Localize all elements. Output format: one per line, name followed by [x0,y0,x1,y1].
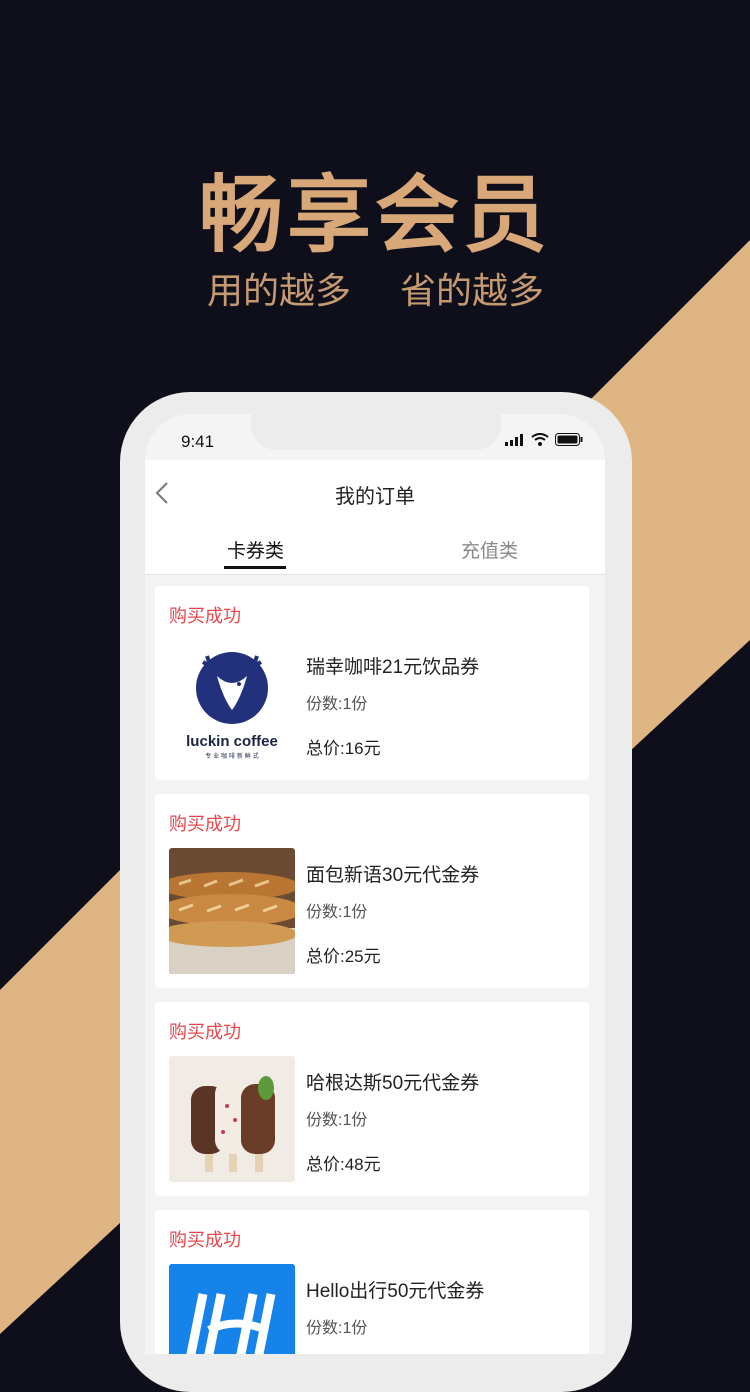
hero-subtitle-right: 省的越多 [400,271,545,312]
nav-bar: 我的订单 [145,460,605,526]
order-card[interactable]: 购买成功 Hello出行50元代金券 份数:1份 [155,1210,589,1354]
page-title: 我的订单 [335,486,415,508]
order-quantity: 份数:1份 [306,1112,368,1129]
order-total: 总价:48元 [306,1155,381,1174]
order-card[interactable]: 购买成功 面包新语30元代金券 份数:1份 总价:25元 [155,794,589,988]
phone-screen: 9:41 我的订单 卡券类 充值类 购买成功 luckin coffee 专 业… [145,414,605,1354]
order-name: Hello出行50元代金券 [306,1281,485,1302]
order-status: 购买成功 [169,1230,241,1250]
tab-recharge[interactable]: 充值类 [461,536,518,563]
luckin-logo: luckin coffee 专 业 咖 啡 新 鲜 式 [169,640,295,766]
order-status: 购买成功 [169,1022,241,1042]
signal-icon [505,433,523,446]
luckin-logo-text: luckin coffee [186,733,278,750]
order-status: 购买成功 [169,606,241,626]
battery-icon [555,433,583,446]
status-icons [505,433,583,446]
bread-image [169,848,295,974]
order-name: 面包新语30元代金券 [306,865,480,886]
hello-logo [169,1264,295,1354]
icecream-image [169,1056,295,1182]
order-card[interactable]: 购买成功 luckin coffee 专 业 咖 啡 新 鲜 式 瑞幸咖啡21元… [155,586,589,780]
order-total: 总价:25元 [306,947,381,966]
order-quantity: 份数:1份 [306,1320,368,1337]
order-card[interactable]: 购买成功 哈根达斯50元代金券 份数:1份 总价:48元 [155,1002,589,1196]
status-time: 9:41 [181,432,215,451]
order-quantity: 份数:1份 [306,696,368,713]
luckin-logo-subtext: 专 业 咖 啡 新 鲜 式 [205,752,258,760]
hero-title: 畅享会员 [198,166,551,264]
order-quantity: 份数:1份 [306,904,368,921]
order-name: 哈根达斯50元代金券 [306,1073,480,1094]
order-total: 总价:16元 [306,739,381,758]
hero-subtitle-left: 用的越多 [207,271,352,312]
tab-active-indicator [224,566,286,569]
phone-notch [251,414,501,450]
wifi-icon [531,433,549,446]
tab-coupons[interactable]: 卡券类 [227,536,284,563]
order-name: 瑞幸咖啡21元饮品券 [306,657,480,678]
tab-bar: 卡券类 充值类 [145,526,605,575]
order-status: 购买成功 [169,814,241,834]
